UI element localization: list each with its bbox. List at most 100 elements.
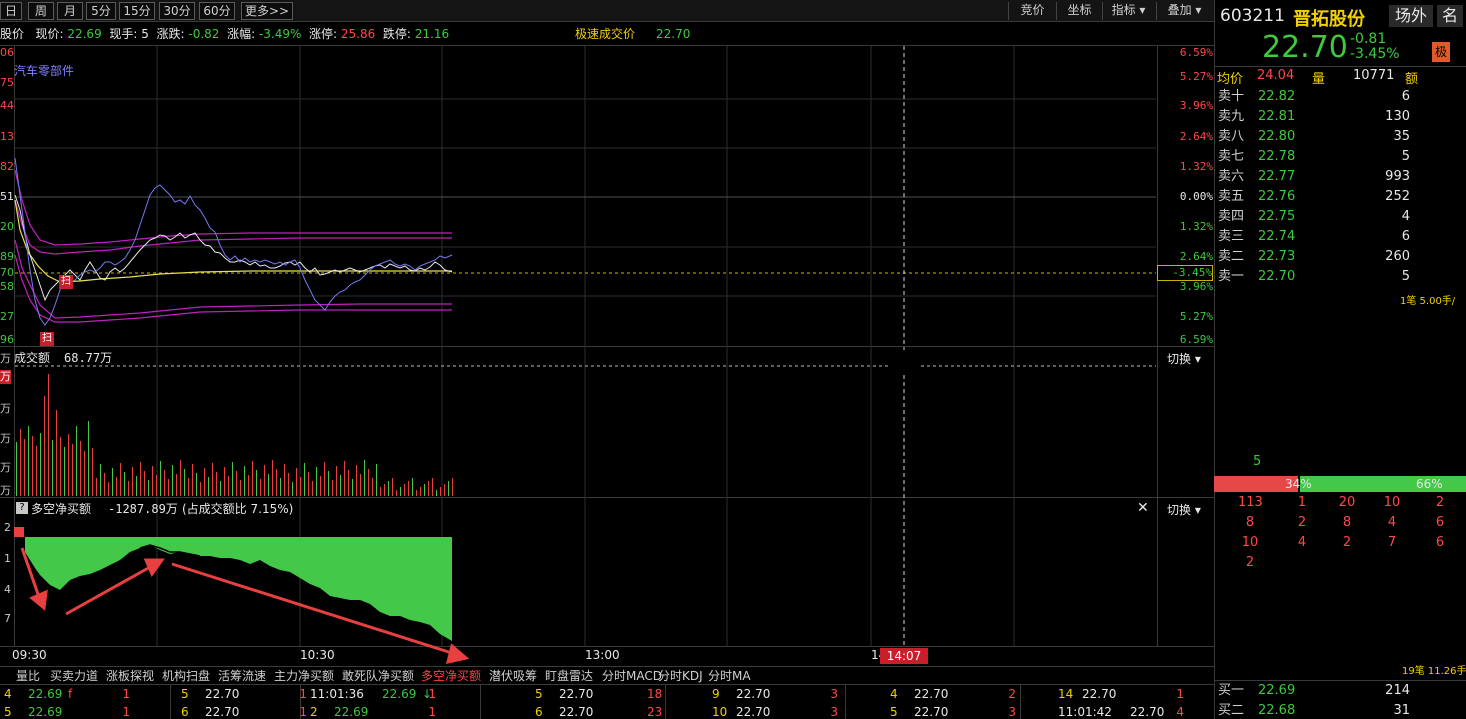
volume-bar (132, 467, 133, 496)
queue-cell: 7 (1387, 535, 1397, 550)
order-level-label: 卖九 (1218, 109, 1245, 124)
ticker-separator (300, 703, 301, 719)
price-tick: 20 (0, 220, 14, 233)
order-volume: 130 (1385, 109, 1410, 124)
tab-volume-ratio[interactable]: 量比 (16, 667, 40, 685)
volume-bar (364, 460, 365, 496)
order-volume: 5 (1401, 269, 1410, 284)
tab-limit-probe[interactable]: 涨板探视 (106, 667, 154, 685)
help-icon[interactable]: ? (16, 502, 28, 514)
tab-watch-radar[interactable]: 盯盘雷达 (545, 667, 593, 685)
sell-order-row[interactable]: 卖五 22.76 252 (1216, 187, 1466, 207)
ticker-count: 5 (181, 687, 189, 701)
ticker-volume: 1 (428, 705, 436, 719)
close-icon[interactable]: ✕ (1137, 500, 1149, 516)
ticker-volume: 1 (428, 687, 436, 701)
queue-cell: 10 (1383, 495, 1401, 510)
ticker-count: 11:01:42 (1058, 705, 1112, 719)
ticker-separator (845, 685, 846, 703)
pct-tick: 3.96% (1179, 99, 1213, 112)
sell-order-row[interactable]: 卖一 22.70 5 (1216, 267, 1466, 287)
volume-bar (448, 481, 449, 496)
tab-latent-accumulation[interactable]: 潜伏吸筹 (489, 667, 537, 685)
ticker-volume: 1 (1176, 687, 1184, 701)
net-switch-button[interactable]: 切换 ▾ (1167, 501, 1201, 518)
tab-institution-sweep[interactable]: 机构扫盘 (162, 667, 210, 685)
volume-bar (360, 474, 361, 496)
volume-bar (72, 444, 73, 496)
volume-switch-button[interactable]: 切换 ▾ (1167, 350, 1201, 367)
volume-bar (296, 468, 297, 496)
volume-bar (348, 470, 349, 496)
ticker-price: 22.70 (736, 687, 771, 701)
volume-bar (76, 426, 77, 496)
sell-order-row[interactable]: 卖三 22.74 6 (1216, 227, 1466, 247)
sell-order-row[interactable]: 卖六 22.77 993 (1216, 167, 1466, 187)
tab-intraday-macd[interactable]: 分时MACD (602, 667, 662, 685)
sell-order-row[interactable]: 卖四 22.75 4 (1216, 207, 1466, 227)
tab-intraday-kdj[interactable]: 分时KDJ (658, 667, 703, 685)
order-level-label: 买二 (1218, 703, 1245, 718)
buy-order-row[interactable]: 买二 22.68 31 (1216, 701, 1466, 719)
buy-order-row[interactable]: 买一 22.69 214 (1216, 681, 1466, 701)
tab-chip-flow[interactable]: 活筹流速 (218, 667, 266, 685)
price-tick: 51 (0, 190, 14, 203)
sell-order-row[interactable]: 卖七 22.78 5 (1216, 147, 1466, 167)
sell-order-row[interactable]: 卖十 22.82 6 (1216, 87, 1466, 107)
volume-bar (384, 484, 385, 496)
cursor-time-badge: 14:07 (880, 648, 928, 664)
order-volume: 252 (1385, 189, 1410, 204)
volume-bar (308, 472, 309, 496)
vol-tick: 万 (0, 484, 11, 497)
sell-order-row[interactable]: 卖八 22.80 35 (1216, 127, 1466, 147)
stock-code: 603211 (1220, 6, 1285, 26)
volume-bar (148, 480, 149, 496)
volume-bar (440, 487, 441, 496)
time-label: 13:00 (585, 648, 620, 662)
vol-tick: 万 (0, 370, 11, 384)
ticker-price: 22.70 (1130, 705, 1165, 719)
ticker-separator (170, 685, 171, 703)
tab-long-short-net-buy[interactable]: 多空净买额 (421, 667, 481, 685)
volume-bar (188, 478, 189, 496)
tab-intraday-ma[interactable]: 分时MA (708, 667, 751, 685)
volume-bar (240, 480, 241, 496)
volume-bar (220, 481, 221, 496)
volume-bar (392, 478, 393, 496)
outside-market-button[interactable]: 场外 (1389, 5, 1433, 27)
pct-tick: 2.64% (1179, 250, 1213, 263)
name-button[interactable]: 名 (1437, 5, 1463, 27)
volume-bar (336, 466, 337, 496)
order-price: 22.75 (1258, 209, 1296, 224)
ticker-volume: 3 (830, 705, 838, 719)
order-level-label: 卖二 (1218, 249, 1245, 264)
volume-bar (244, 466, 245, 496)
tab-daredevil-net-buy[interactable]: 敢死队净买额 (342, 667, 414, 685)
sentiment-left-pct: 34% (1285, 477, 1312, 491)
order-price: 22.82 (1258, 89, 1296, 104)
queue-cell: 10 (1241, 535, 1259, 550)
volume-bar (168, 479, 169, 496)
vol-tick: 万 (0, 461, 11, 474)
ticker-count: 5 (4, 705, 12, 719)
volume-bar (128, 481, 129, 496)
ticker-count: 9 (712, 687, 720, 701)
tab-buy-sell-force[interactable]: 买卖力道 (50, 667, 98, 685)
volume-bar (332, 480, 333, 496)
indicator-tab-bar: 量比 买卖力道 涨板探视 机构扫盘 活筹流速 主力净买额 敢死队净买额 多空净买… (0, 666, 1214, 684)
tab-main-net-buy[interactable]: 主力净买额 (274, 667, 334, 685)
volume-bar (436, 490, 437, 496)
sell-order-row[interactable]: 卖九 22.81 130 (1216, 107, 1466, 127)
order-volume: 5 (1401, 149, 1410, 164)
net-tick: 1 (4, 552, 11, 565)
volume-bar (416, 490, 417, 496)
time-label: 09:30 (12, 648, 47, 662)
order-price: 22.77 (1258, 169, 1296, 184)
ticker-volume: 3 (830, 687, 838, 701)
order-volume: 6 (1401, 229, 1410, 244)
order-level-label: 卖六 (1218, 169, 1245, 184)
time-label: 10:30 (300, 648, 335, 662)
ticker-count: 5 (535, 687, 543, 701)
sell-order-row[interactable]: 卖二 22.73 260 (1216, 247, 1466, 267)
ticker-separator (170, 703, 171, 719)
